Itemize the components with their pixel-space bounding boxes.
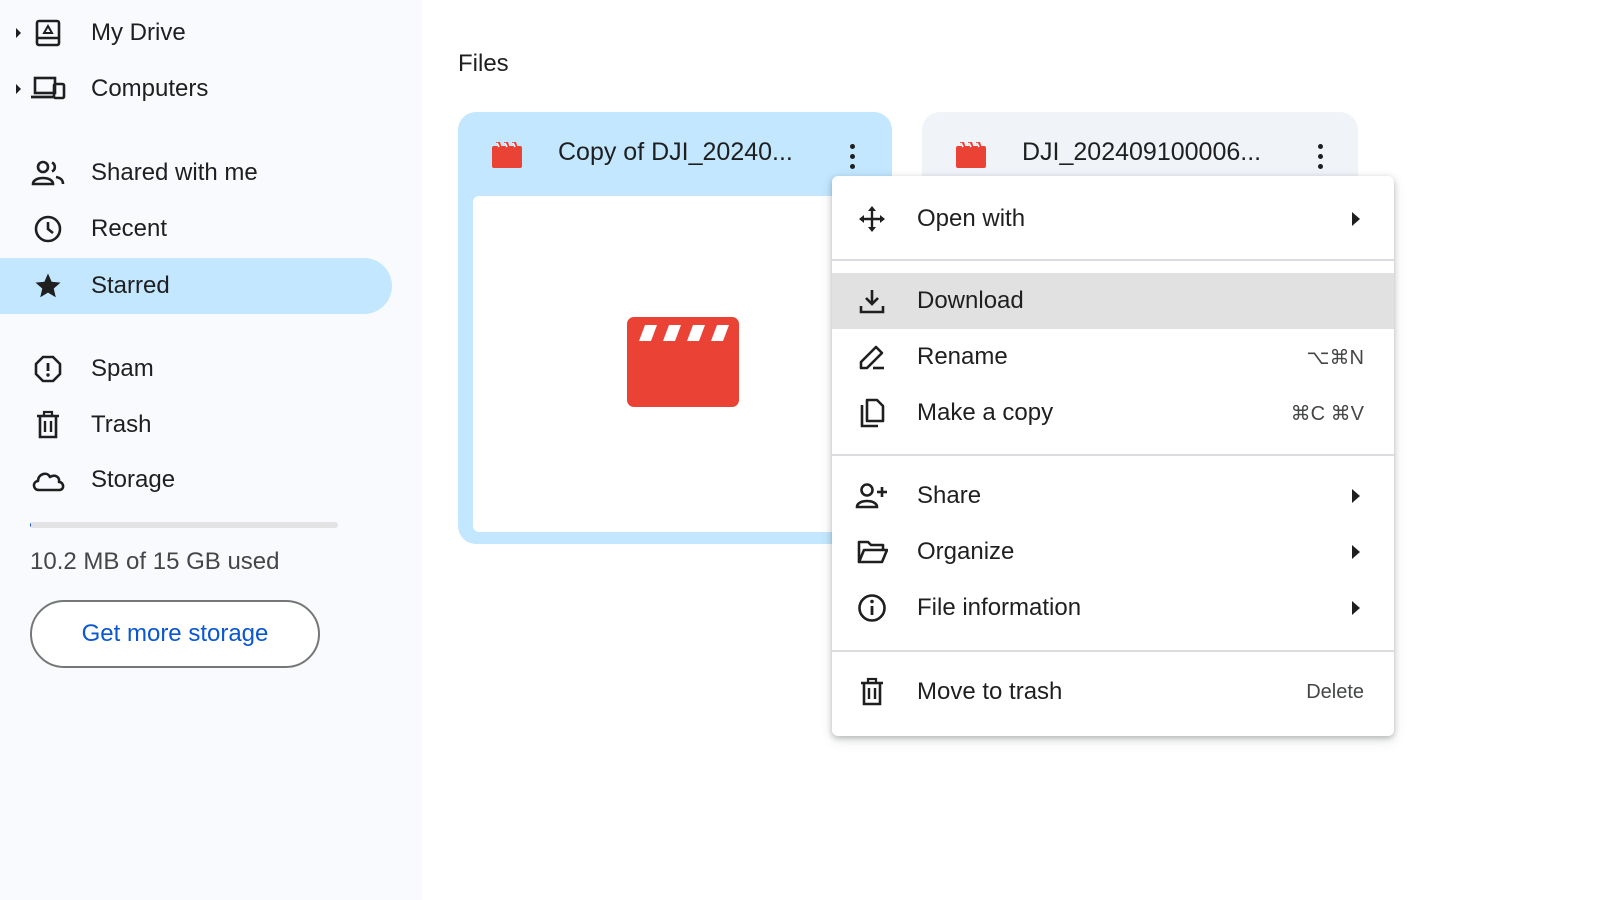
sidebar-item-label: Computers <box>91 75 209 102</box>
sidebar-item-label: Spam <box>91 355 154 382</box>
shared-with-me-icon <box>30 155 66 191</box>
sidebar-item-shared-with-me[interactable]: Shared with me <box>0 145 392 201</box>
share-person-add-icon <box>854 478 890 514</box>
trash-icon <box>30 407 66 443</box>
get-more-storage-button[interactable]: Get more storage <box>30 600 320 668</box>
sidebar-item-label: Starred <box>91 272 170 299</box>
more-actions-icon[interactable] <box>836 138 868 174</box>
pencil-icon <box>854 339 890 375</box>
sidebar-item-recent[interactable]: Recent <box>0 201 392 257</box>
more-actions-icon[interactable] <box>1304 138 1336 174</box>
video-file-icon <box>956 142 986 168</box>
menu-item-download[interactable]: Download <box>832 273 1394 329</box>
sidebar-item-label: Recent <box>91 215 168 242</box>
sidebar-item-label: Storage <box>91 466 176 493</box>
video-file-icon <box>492 142 522 168</box>
expand-caret-icon[interactable] <box>16 84 21 94</box>
cloud-icon <box>30 462 66 498</box>
sidebar-item-label: My Drive <box>91 19 186 46</box>
menu-item-file-information[interactable]: File information <box>832 580 1394 636</box>
menu-item-label: Make a copy <box>917 399 1054 426</box>
submenu-arrow-icon <box>1352 601 1360 615</box>
file-card-selected[interactable]: Copy of DJI_20240... <box>458 112 893 544</box>
sidebar-item-my-drive[interactable]: My Drive <box>0 5 392 61</box>
expand-caret-icon[interactable] <box>16 28 21 38</box>
menu-item-label: Share <box>917 482 982 509</box>
menu-item-label: File information <box>917 594 1082 621</box>
sidebar-item-label: Trash <box>91 411 152 438</box>
menu-item-open-with[interactable]: Open with <box>832 191 1394 247</box>
submenu-arrow-icon <box>1352 212 1360 226</box>
folder-open-icon <box>854 534 890 570</box>
star-icon <box>30 268 66 304</box>
submenu-arrow-icon <box>1352 545 1360 559</box>
clock-icon <box>30 211 66 247</box>
sidebar-item-storage[interactable]: Storage <box>0 452 392 508</box>
menu-item-label: Organize <box>917 538 1015 565</box>
menu-item-label: Rename <box>917 343 1008 370</box>
sidebar-item-label: Shared with me <box>91 159 258 186</box>
menu-divider <box>832 650 1394 652</box>
files-section-title: Files <box>458 50 509 77</box>
computers-icon <box>30 71 66 107</box>
sidebar-item-starred[interactable]: Starred <box>0 258 392 314</box>
keyboard-shortcut: ⌘C ⌘V <box>1290 402 1364 425</box>
menu-item-organize[interactable]: Organize <box>832 524 1394 580</box>
video-thumbnail-icon <box>627 316 739 412</box>
info-icon <box>854 590 890 626</box>
sidebar-item-computers[interactable]: Computers <box>0 61 392 117</box>
context-menu: Open with Download Rename ⌥⌘N Make a cop… <box>832 176 1394 736</box>
menu-item-share[interactable]: Share <box>832 468 1394 524</box>
storage-usage-text: 10.2 MB of 15 GB used <box>30 548 280 575</box>
menu-item-rename[interactable]: Rename ⌥⌘N <box>832 329 1394 385</box>
open-with-icon <box>854 201 890 237</box>
sidebar-item-trash[interactable]: Trash <box>0 397 392 453</box>
menu-item-label: Download <box>917 287 1024 314</box>
menu-item-label: Move to trash <box>917 678 1063 705</box>
keyboard-shortcut: ⌥⌘N <box>1306 346 1365 369</box>
my-drive-icon <box>30 15 66 51</box>
file-name: DJI_202409100006... <box>1022 138 1262 166</box>
file-thumbnail[interactable] <box>473 196 893 532</box>
trash-icon <box>854 674 890 710</box>
menu-item-move-to-trash[interactable]: Move to trash Delete <box>832 664 1394 720</box>
copy-icon <box>854 395 890 431</box>
file-name: Copy of DJI_20240... <box>558 138 793 166</box>
sidebar: My Drive Computers Shared with me Recent… <box>0 0 422 900</box>
storage-usage-bar <box>30 522 338 528</box>
menu-divider <box>832 259 1394 261</box>
download-icon <box>854 283 890 319</box>
menu-item-label: Open with <box>917 205 1026 232</box>
spam-icon <box>30 351 66 387</box>
sidebar-item-spam[interactable]: Spam <box>0 341 392 397</box>
submenu-arrow-icon <box>1352 489 1360 503</box>
keyboard-shortcut: Delete <box>1306 680 1364 703</box>
menu-divider <box>832 454 1394 456</box>
menu-item-make-a-copy[interactable]: Make a copy ⌘C ⌘V <box>832 385 1394 441</box>
